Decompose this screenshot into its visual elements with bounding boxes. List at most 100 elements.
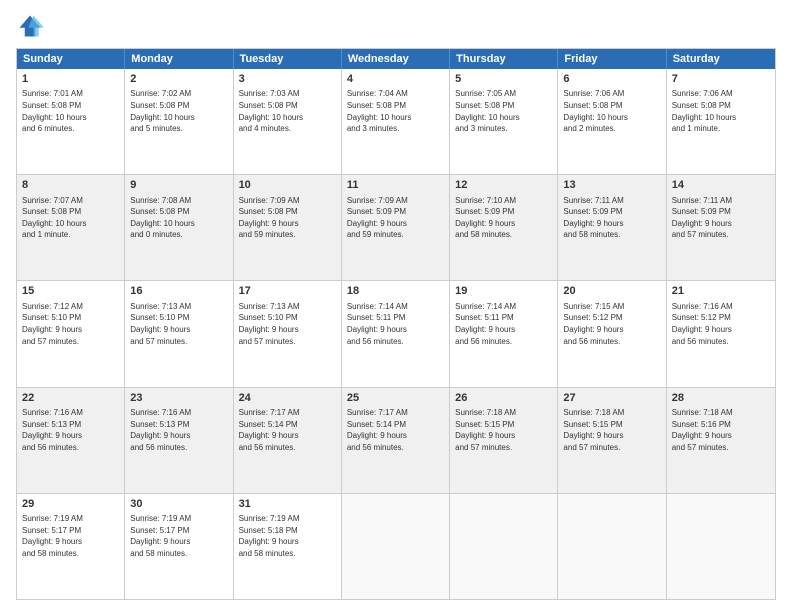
weekday-header-tuesday: Tuesday: [234, 49, 342, 69]
table-row: 26Sunrise: 7:18 AMSunset: 5:15 PMDayligh…: [450, 388, 558, 493]
cell-details: Sunrise: 7:09 AMSunset: 5:08 PMDaylight:…: [239, 195, 336, 241]
weekday-header-saturday: Saturday: [667, 49, 775, 69]
day-number: 23: [130, 391, 227, 406]
table-row: 2Sunrise: 7:02 AMSunset: 5:08 PMDaylight…: [125, 69, 233, 174]
day-number: 8: [22, 178, 119, 193]
day-number: 30: [130, 497, 227, 512]
day-number: 5: [455, 72, 552, 87]
day-number: 28: [672, 391, 770, 406]
table-row: [450, 494, 558, 599]
cell-details: Sunrise: 7:13 AMSunset: 5:10 PMDaylight:…: [130, 301, 227, 347]
day-number: 27: [563, 391, 660, 406]
day-number: 4: [347, 72, 444, 87]
cell-details: Sunrise: 7:03 AMSunset: 5:08 PMDaylight:…: [239, 88, 336, 134]
cell-details: Sunrise: 7:06 AMSunset: 5:08 PMDaylight:…: [563, 88, 660, 134]
table-row: 30Sunrise: 7:19 AMSunset: 5:17 PMDayligh…: [125, 494, 233, 599]
cell-details: Sunrise: 7:16 AMSunset: 5:13 PMDaylight:…: [130, 407, 227, 453]
table-row: 17 Sunrise: 7:13 AMSunset: 5:10 PMDayligh…: [234, 281, 342, 386]
table-row: [342, 494, 450, 599]
cell-details: Sunrise: 7:11 AMSunset: 5:09 PMDaylight:…: [672, 195, 770, 241]
table-row: 1Sunrise: 7:01 AMSunset: 5:08 PMDaylight…: [17, 69, 125, 174]
table-row: [667, 494, 775, 599]
day-number: 20: [563, 284, 660, 299]
calendar-row-5: 29Sunrise: 7:19 AMSunset: 5:17 PMDayligh…: [17, 493, 775, 599]
table-row: [558, 494, 666, 599]
cell-details: Sunrise: 7:19 AMSunset: 5:17 PMDaylight:…: [130, 513, 227, 559]
cell-details: Sunrise: 7:14 AMSunset: 5:11 PMDaylight:…: [347, 301, 444, 347]
day-number: 7: [672, 72, 770, 87]
table-row: 10Sunrise: 7:09 AMSunset: 5:08 PMDayligh…: [234, 175, 342, 280]
weekday-header-wednesday: Wednesday: [342, 49, 450, 69]
day-number: 11: [347, 178, 444, 193]
table-row: 5Sunrise: 7:05 AMSunset: 5:08 PMDaylight…: [450, 69, 558, 174]
day-number: 6: [563, 72, 660, 87]
cell-details: Sunrise: 7:18 AMSunset: 5:16 PMDaylight:…: [672, 407, 770, 453]
calendar-row-2: 8 Sunrise: 7:07 AMSunset: 5:08 PMDaylight…: [17, 174, 775, 280]
weekday-header-friday: Friday: [558, 49, 666, 69]
table-row: 29Sunrise: 7:19 AMSunset: 5:17 PMDayligh…: [17, 494, 125, 599]
cell-details: Sunrise: 7:19 AMSunset: 5:17 PMDaylight:…: [22, 513, 119, 559]
table-row: 21 Sunrise: 7:16 AMSunset: 5:12 PMDayligh…: [667, 281, 775, 386]
day-number: 17: [239, 284, 336, 299]
day-number: 1: [22, 72, 119, 87]
table-row: 20Sunrise: 7:15 AMSunset: 5:12 PMDayligh…: [558, 281, 666, 386]
calendar: SundayMondayTuesdayWednesdayThursdayFrid…: [16, 48, 776, 600]
table-row: 16Sunrise: 7:13 AMSunset: 5:10 PMDayligh…: [125, 281, 233, 386]
table-row: 11 Sunrise: 7:09 AMSunset: 5:09 PMDayligh…: [342, 175, 450, 280]
table-row: 4Sunrise: 7:04 AMSunset: 5:08 PMDaylight…: [342, 69, 450, 174]
cell-details: Sunrise: 7:18 AMSunset: 5:15 PMDaylight:…: [563, 407, 660, 453]
table-row: 27Sunrise: 7:18 AMSunset: 5:15 PMDayligh…: [558, 388, 666, 493]
day-number: 24: [239, 391, 336, 406]
table-row: 15Sunrise: 7:12 AMSunset: 5:10 PMDayligh…: [17, 281, 125, 386]
header: [16, 12, 776, 40]
cell-details: Sunrise: 7:17 AMSunset: 5:14 PMDaylight:…: [347, 407, 444, 453]
table-row: 23Sunrise: 7:16 AMSunset: 5:13 PMDayligh…: [125, 388, 233, 493]
table-row: 3Sunrise: 7:03 AMSunset: 5:08 PMDaylight…: [234, 69, 342, 174]
table-row: 19Sunrise: 7:14 AMSunset: 5:11 PMDayligh…: [450, 281, 558, 386]
day-number: 18: [347, 284, 444, 299]
day-number: 3: [239, 72, 336, 87]
day-number: 26: [455, 391, 552, 406]
day-number: 21: [672, 284, 770, 299]
day-number: 9: [130, 178, 227, 193]
cell-details: Sunrise: 7:09 AMSunset: 5:09 PMDaylight:…: [347, 195, 444, 241]
day-number: 22: [22, 391, 119, 406]
cell-details: Sunrise: 7:10 AMSunset: 5:09 PMDaylight:…: [455, 195, 552, 241]
day-number: 29: [22, 497, 119, 512]
cell-details: Sunrise: 7:16 AMSunset: 5:12 PMDaylight:…: [672, 301, 770, 347]
cell-details: Sunrise: 7:07 AMSunset: 5:08 PMDaylight:…: [22, 195, 119, 241]
day-number: 31: [239, 497, 336, 512]
day-number: 15: [22, 284, 119, 299]
table-row: 9 Sunrise: 7:08 AMSunset: 5:08 PMDaylight…: [125, 175, 233, 280]
day-number: 19: [455, 284, 552, 299]
table-row: 18 Sunrise: 7:14 AMSunset: 5:11 PMDayligh…: [342, 281, 450, 386]
day-number: 12: [455, 178, 552, 193]
table-row: 22Sunrise: 7:16 AMSunset: 5:13 PMDayligh…: [17, 388, 125, 493]
table-row: 24Sunrise: 7:17 AMSunset: 5:14 PMDayligh…: [234, 388, 342, 493]
table-row: 31Sunrise: 7:19 AMSunset: 5:18 PMDayligh…: [234, 494, 342, 599]
page: SundayMondayTuesdayWednesdayThursdayFrid…: [0, 0, 792, 612]
table-row: 14 Sunrise: 7:11 AMSunset: 5:09 PMDayligh…: [667, 175, 775, 280]
cell-details: Sunrise: 7:17 AMSunset: 5:14 PMDaylight:…: [239, 407, 336, 453]
calendar-row-1: 1Sunrise: 7:01 AMSunset: 5:08 PMDaylight…: [17, 69, 775, 174]
cell-details: Sunrise: 7:18 AMSunset: 5:15 PMDaylight:…: [455, 407, 552, 453]
logo: [16, 12, 48, 40]
table-row: 28Sunrise: 7:18 AMSunset: 5:16 PMDayligh…: [667, 388, 775, 493]
day-number: 25: [347, 391, 444, 406]
table-row: 8 Sunrise: 7:07 AMSunset: 5:08 PMDaylight…: [17, 175, 125, 280]
calendar-row-4: 22 Sunrise: 7:16 AMSunset: 5:13 PMDayligh…: [17, 387, 775, 493]
table-row: 13Sunrise: 7:11 AMSunset: 5:09 PMDayligh…: [558, 175, 666, 280]
weekday-header-sunday: Sunday: [17, 49, 125, 69]
cell-details: Sunrise: 7:05 AMSunset: 5:08 PMDaylight:…: [455, 88, 552, 134]
weekday-header-monday: Monday: [125, 49, 233, 69]
day-number: 2: [130, 72, 227, 87]
cell-details: Sunrise: 7:06 AMSunset: 5:08 PMDaylight:…: [672, 88, 770, 134]
cell-details: Sunrise: 7:13 AMSunset: 5:10 PMDaylight:…: [239, 301, 336, 347]
weekday-header-thursday: Thursday: [450, 49, 558, 69]
cell-details: Sunrise: 7:19 AMSunset: 5:18 PMDaylight:…: [239, 513, 336, 559]
table-row: 12 Sunrise: 7:10 AMSunset: 5:09 PMDayligh…: [450, 175, 558, 280]
cell-details: Sunrise: 7:08 AMSunset: 5:08 PMDaylight:…: [130, 195, 227, 241]
cell-details: Sunrise: 7:11 AMSunset: 5:09 PMDaylight:…: [563, 195, 660, 241]
table-row: 6Sunrise: 7:06 AMSunset: 5:08 PMDaylight…: [558, 69, 666, 174]
day-number: 14: [672, 178, 770, 193]
